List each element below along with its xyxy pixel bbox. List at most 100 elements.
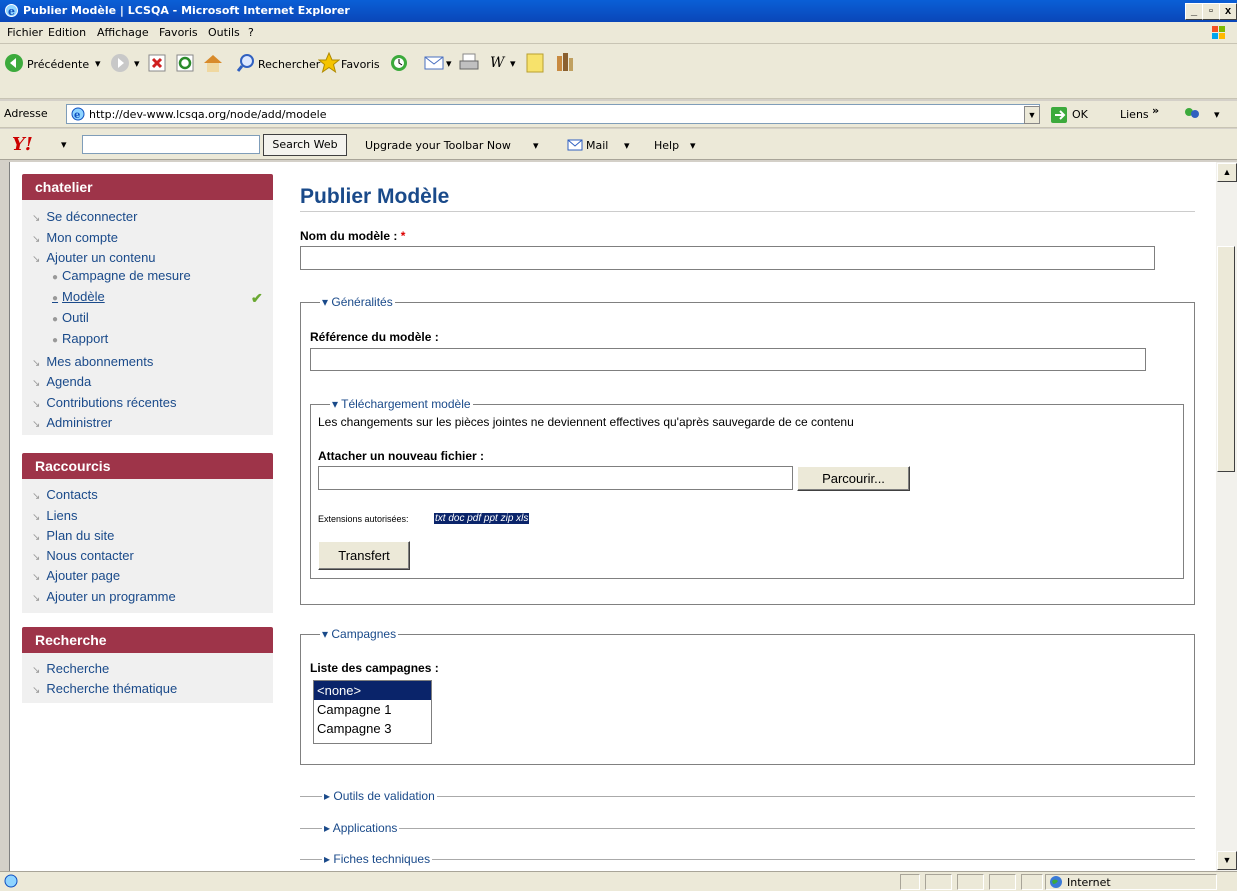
scroll-up-icon[interactable]: ▲ [1217, 163, 1237, 182]
upload-legend[interactable]: ▾ Téléchargement modèle [330, 397, 473, 411]
section-label: Applications [332, 821, 398, 835]
campaign-option[interactable]: Campagne 1 [314, 700, 431, 719]
campaign-listbox[interactable]: <none> Campagne 1 Campagne 3 [313, 680, 432, 744]
generalites-legend[interactable]: ▾ Généralités [320, 295, 395, 309]
nav-label: Modèle [62, 289, 105, 304]
forward-icon[interactable] [110, 53, 130, 73]
fiches-divider [300, 859, 1195, 860]
go-arrow-icon[interactable] [1050, 106, 1068, 124]
nav-item-contacts[interactable]: ↘ Contacts [32, 487, 98, 502]
stop-icon[interactable] [148, 54, 166, 72]
collapsed-section-applications[interactable]: ▸ Applications [322, 821, 400, 835]
nav-item-recent[interactable]: ↘ Contributions récentes [32, 395, 176, 410]
nav-item-add-page[interactable]: ↘ Ajouter page [32, 568, 120, 583]
chevron-right-icon[interactable]: » [1152, 104, 1159, 117]
scroll-down-icon[interactable]: ▼ [1217, 851, 1237, 870]
collapsed-section-validation[interactable]: ▸ Outils de validation [322, 789, 437, 803]
nav-label: Ajouter page [46, 568, 121, 583]
collapsed-section-fiches[interactable]: ▸ Fiches techniques [322, 852, 433, 866]
history-icon[interactable] [389, 53, 409, 73]
arrow-icon: ↘ [32, 532, 41, 543]
address-input[interactable]: e http://dev-www.lcsqa.org/node/add/mode… [66, 104, 1040, 124]
vertical-scrollbar[interactable]: ▲ ▼ [1216, 162, 1237, 871]
nav-item-logout[interactable]: ↘ Se déconnecter [32, 209, 137, 224]
nav-item-account[interactable]: ↘ Mon compte [32, 230, 118, 245]
home-icon[interactable] [202, 52, 224, 74]
nav-item-search[interactable]: ↘ Recherche [32, 661, 109, 676]
yahoo-help-button[interactable]: Help [654, 139, 679, 152]
word-dropdown-icon[interactable]: ▾ [510, 57, 516, 70]
links-button[interactable]: Liens [1120, 108, 1149, 121]
transfer-button[interactable]: Transfert [318, 541, 410, 570]
search-web-button[interactable]: Search Web [263, 134, 347, 156]
research-icon[interactable] [555, 51, 575, 73]
refresh-icon[interactable] [176, 54, 194, 72]
address-dropdown-icon[interactable]: ▼ [1024, 106, 1040, 124]
arrow-icon: ↘ [32, 254, 41, 265]
yahoo-search-input[interactable] [82, 135, 260, 154]
nav-subitem-campagne[interactable]: ● Campagne de mesure [52, 268, 191, 283]
campaign-option[interactable]: Campagne 3 [314, 719, 431, 738]
menu-aide[interactable]: ? [248, 26, 254, 39]
help-dropdown-icon[interactable]: ▾ [690, 139, 696, 152]
minimize-button[interactable]: _ [1185, 3, 1203, 20]
go-button[interactable]: OK [1072, 108, 1088, 121]
forward-dropdown-icon[interactable]: ▾ [134, 57, 140, 70]
yahoo-logo-icon[interactable]: Y! [12, 134, 33, 155]
search-button[interactable]: Rechercher [258, 58, 320, 71]
print-icon[interactable] [458, 52, 480, 74]
mail-icon[interactable] [423, 53, 445, 73]
nav-item-admin[interactable]: ↘ Administrer [32, 415, 112, 430]
word-icon[interactable]: W [490, 55, 504, 71]
campagnes-legend[interactable]: ▾ Campagnes [320, 627, 399, 641]
browse-button[interactable]: Parcourir... [797, 466, 910, 491]
back-button[interactable]: Précédente [27, 58, 89, 71]
page-content: chatelier ↘ Se déconnecter ↘ Mon compte ↘ A… [9, 162, 1217, 871]
mail-dropdown-icon[interactable]: ▾ [446, 57, 452, 70]
back-dropdown-icon[interactable]: ▾ [95, 57, 101, 70]
model-name-input[interactable] [300, 246, 1155, 270]
close-button[interactable]: x [1219, 3, 1237, 20]
envelope-icon[interactable] [567, 139, 583, 151]
yahoo-dropdown-icon[interactable]: ▾ [61, 138, 67, 151]
upgrade-toolbar-link[interactable]: Upgrade your Toolbar Now [365, 139, 511, 152]
arrow-icon: ↘ [32, 491, 41, 502]
ie-logo-icon: e [5, 4, 18, 18]
scroll-thumb[interactable] [1217, 246, 1235, 472]
note-icon[interactable] [525, 52, 545, 74]
nav-item-contact-us[interactable]: ↘ Nous contacter [32, 548, 134, 563]
nav-item-sitemap[interactable]: ↘ Plan du site [32, 528, 114, 543]
favorites-button[interactable]: Favoris [341, 58, 380, 71]
nav-subitem-modele[interactable]: ● Modèle [52, 289, 105, 304]
campaign-option[interactable]: <none> [314, 681, 431, 700]
nav-item-thematic-search[interactable]: ↘ Recherche thématique [32, 681, 177, 696]
search-icon[interactable] [236, 53, 256, 73]
nav-item-subscriptions[interactable]: ↘ Mes abonnements [32, 354, 153, 369]
nav-item-agenda[interactable]: ↘ Agenda [32, 374, 91, 389]
upgrade-dropdown-icon[interactable]: ▾ [533, 139, 539, 152]
messenger-dropdown-icon[interactable]: ▾ [1214, 108, 1220, 121]
messenger-icon[interactable] [1182, 105, 1202, 123]
file-input[interactable] [318, 466, 793, 490]
arrow-icon: ↘ [32, 399, 41, 410]
nav-item-add-content[interactable]: ↘ Ajouter un contenu [32, 250, 156, 265]
shortcuts-block-title: Raccourcis [22, 453, 273, 479]
menu-fichier[interactable]: Fichier [7, 26, 43, 39]
zone-cell: Internet [1045, 874, 1217, 890]
status-cell [900, 874, 920, 890]
nav-label: Mon compte [46, 230, 118, 245]
yahoo-mail-button[interactable]: Mail [586, 139, 608, 152]
favorites-star-icon[interactable] [318, 52, 340, 74]
mail-menu-dropdown-icon[interactable]: ▾ [624, 139, 630, 152]
menu-favoris[interactable]: Favoris [159, 26, 198, 39]
nav-item-links[interactable]: ↘ Liens [32, 508, 77, 523]
menu-edition[interactable]: Edition [48, 26, 86, 39]
maximize-button[interactable]: ▫ [1202, 3, 1220, 20]
menu-outils[interactable]: Outils [208, 26, 240, 39]
back-icon[interactable] [4, 53, 24, 73]
nav-subitem-outil[interactable]: ● Outil [52, 310, 89, 325]
nav-subitem-rapport[interactable]: ● Rapport [52, 331, 108, 346]
menu-affichage[interactable]: Affichage [97, 26, 149, 39]
nav-item-add-program[interactable]: ↘ Ajouter un programme [32, 589, 176, 604]
reference-input[interactable] [310, 348, 1146, 371]
